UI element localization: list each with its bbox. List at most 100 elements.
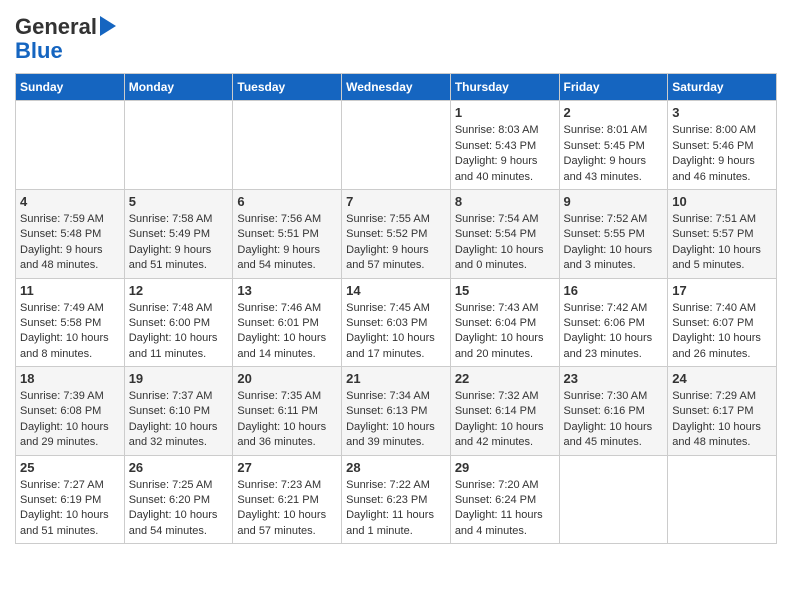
day-number: 1 (455, 105, 555, 120)
day-info: Sunrise: 7:59 AM Sunset: 5:48 PM Dayligh… (20, 212, 120, 274)
calendar-day-cell (124, 101, 233, 190)
day-info: Sunrise: 7:48 AM Sunset: 6:00 PM Dayligh… (129, 301, 229, 363)
day-number: 17 (672, 283, 772, 298)
day-number: 12 (129, 283, 229, 298)
day-number: 7 (346, 194, 446, 209)
day-info: Sunrise: 7:34 AM Sunset: 6:13 PM Dayligh… (346, 389, 446, 451)
logo-general: General (15, 14, 97, 39)
day-info: Sunrise: 7:45 AM Sunset: 6:03 PM Dayligh… (346, 301, 446, 363)
day-number: 20 (237, 371, 337, 386)
day-of-week-header: Tuesday (233, 74, 342, 101)
day-info: Sunrise: 8:00 AM Sunset: 5:46 PM Dayligh… (672, 123, 772, 185)
calendar-day-cell: 7Sunrise: 7:55 AM Sunset: 5:52 PM Daylig… (342, 189, 451, 278)
day-of-week-header: Saturday (668, 74, 777, 101)
day-info: Sunrise: 7:25 AM Sunset: 6:20 PM Dayligh… (129, 478, 229, 540)
calendar-day-cell: 15 Sunrise: 7:43 AM Sunset: 6:04 PM Dayli… (450, 278, 559, 367)
day-info: Sunrise: 7:27 AM Sunset: 6:19 PM Dayligh… (20, 478, 120, 540)
day-info: Sunrise: 7:22 AM Sunset: 6:23 PM Dayligh… (346, 478, 446, 540)
calendar-week-row: 18Sunrise: 7:39 AM Sunset: 6:08 PM Dayli… (16, 367, 777, 456)
calendar-week-row: 1 Sunrise: 8:03 AM Sunset: 5:43 PM Daylig… (16, 101, 777, 190)
calendar-day-cell (559, 455, 668, 544)
day-number: 22 (455, 371, 555, 386)
calendar-day-cell: 2 Sunrise: 8:01 AM Sunset: 5:45 PM Daylig… (559, 101, 668, 190)
day-number: 15 (455, 283, 555, 298)
calendar-day-cell: 21 Sunrise: 7:34 AM Sunset: 6:13 PM Dayli… (342, 367, 451, 456)
day-number: 11 (20, 283, 120, 298)
logo-text: General Blue (15, 15, 116, 63)
day-of-week-header: Sunday (16, 74, 125, 101)
day-info: Sunrise: 7:23 AM Sunset: 6:21 PM Dayligh… (237, 478, 337, 540)
day-of-week-header: Wednesday (342, 74, 451, 101)
logo: General Blue (15, 15, 116, 63)
calendar-day-cell (668, 455, 777, 544)
calendar-day-cell: 11 Sunrise: 7:49 AM Sunset: 5:58 PM Dayli… (16, 278, 125, 367)
day-info: Sunrise: 7:35 AM Sunset: 6:11 PM Dayligh… (237, 389, 337, 451)
day-info: Sunrise: 7:49 AM Sunset: 5:58 PM Dayligh… (20, 301, 120, 363)
calendar-day-cell: 14Sunrise: 7:45 AM Sunset: 6:03 PM Dayli… (342, 278, 451, 367)
day-number: 23 (564, 371, 664, 386)
calendar-day-cell (233, 101, 342, 190)
calendar-day-cell: 8 Sunrise: 7:54 AM Sunset: 5:54 PM Daylig… (450, 189, 559, 278)
day-of-week-header: Thursday (450, 74, 559, 101)
day-number: 28 (346, 460, 446, 475)
calendar-day-cell: 19 Sunrise: 7:37 AM Sunset: 6:10 PM Dayli… (124, 367, 233, 456)
calendar-day-cell: 22 Sunrise: 7:32 AM Sunset: 6:14 PM Dayli… (450, 367, 559, 456)
day-info: Sunrise: 7:20 AM Sunset: 6:24 PM Dayligh… (455, 478, 555, 540)
day-info: Sunrise: 7:32 AM Sunset: 6:14 PM Dayligh… (455, 389, 555, 451)
day-number: 2 (564, 105, 664, 120)
day-info: Sunrise: 7:29 AM Sunset: 6:17 PM Dayligh… (672, 389, 772, 451)
day-info: Sunrise: 7:58 AM Sunset: 5:49 PM Dayligh… (129, 212, 229, 274)
calendar-week-row: 11 Sunrise: 7:49 AM Sunset: 5:58 PM Dayli… (16, 278, 777, 367)
day-number: 26 (129, 460, 229, 475)
day-number: 27 (237, 460, 337, 475)
calendar-day-cell: 26 Sunrise: 7:25 AM Sunset: 6:20 PM Dayli… (124, 455, 233, 544)
day-info: Sunrise: 8:01 AM Sunset: 5:45 PM Dayligh… (564, 123, 664, 185)
day-number: 19 (129, 371, 229, 386)
day-number: 29 (455, 460, 555, 475)
calendar-day-cell: 4 Sunrise: 7:59 AM Sunset: 5:48 PM Daylig… (16, 189, 125, 278)
calendar-day-cell: 27 Sunrise: 7:23 AM Sunset: 6:21 PM Dayli… (233, 455, 342, 544)
day-info: Sunrise: 7:40 AM Sunset: 6:07 PM Dayligh… (672, 301, 772, 363)
calendar-day-cell (16, 101, 125, 190)
calendar-day-cell: 18Sunrise: 7:39 AM Sunset: 6:08 PM Dayli… (16, 367, 125, 456)
day-info: Sunrise: 7:43 AM Sunset: 6:04 PM Dayligh… (455, 301, 555, 363)
day-info: Sunrise: 7:30 AM Sunset: 6:16 PM Dayligh… (564, 389, 664, 451)
day-info: Sunrise: 7:42 AM Sunset: 6:06 PM Dayligh… (564, 301, 664, 363)
day-info: Sunrise: 8:03 AM Sunset: 5:43 PM Dayligh… (455, 123, 555, 185)
calendar-day-cell: 12 Sunrise: 7:48 AM Sunset: 6:00 PM Dayli… (124, 278, 233, 367)
day-number: 16 (564, 283, 664, 298)
calendar-header-row: SundayMondayTuesdayWednesdayThursdayFrid… (16, 74, 777, 101)
calendar-day-cell: 6Sunrise: 7:56 AM Sunset: 5:51 PM Daylig… (233, 189, 342, 278)
calendar-day-cell: 28 Sunrise: 7:22 AM Sunset: 6:23 PM Dayli… (342, 455, 451, 544)
day-info: Sunrise: 7:37 AM Sunset: 6:10 PM Dayligh… (129, 389, 229, 451)
calendar-day-cell: 5 Sunrise: 7:58 AM Sunset: 5:49 PM Daylig… (124, 189, 233, 278)
day-number: 5 (129, 194, 229, 209)
day-number: 9 (564, 194, 664, 209)
day-number: 4 (20, 194, 120, 209)
logo-arrow-icon (100, 16, 116, 36)
calendar-day-cell: 29 Sunrise: 7:20 AM Sunset: 6:24 PM Dayli… (450, 455, 559, 544)
calendar-day-cell: 20 Sunrise: 7:35 AM Sunset: 6:11 PM Dayli… (233, 367, 342, 456)
day-info: Sunrise: 7:46 AM Sunset: 6:01 PM Dayligh… (237, 301, 337, 363)
day-info: Sunrise: 7:52 AM Sunset: 5:55 PM Dayligh… (564, 212, 664, 274)
day-number: 8 (455, 194, 555, 209)
day-number: 3 (672, 105, 772, 120)
day-number: 13 (237, 283, 337, 298)
calendar-week-row: 25 Sunrise: 7:27 AM Sunset: 6:19 PM Dayli… (16, 455, 777, 544)
calendar-day-cell: 23 Sunrise: 7:30 AM Sunset: 6:16 PM Dayli… (559, 367, 668, 456)
calendar-day-cell: 24 Sunrise: 7:29 AM Sunset: 6:17 PM Dayli… (668, 367, 777, 456)
calendar-day-cell: 16 Sunrise: 7:42 AM Sunset: 6:06 PM Dayli… (559, 278, 668, 367)
calendar-day-cell: 13 Sunrise: 7:46 AM Sunset: 6:01 PM Dayli… (233, 278, 342, 367)
day-number: 24 (672, 371, 772, 386)
day-info: Sunrise: 7:51 AM Sunset: 5:57 PM Dayligh… (672, 212, 772, 274)
calendar-day-cell (342, 101, 451, 190)
calendar-day-cell: 9 Sunrise: 7:52 AM Sunset: 5:55 PM Daylig… (559, 189, 668, 278)
day-info: Sunrise: 7:39 AM Sunset: 6:08 PM Dayligh… (20, 389, 120, 451)
day-number: 6 (237, 194, 337, 209)
calendar-table: SundayMondayTuesdayWednesdayThursdayFrid… (15, 73, 777, 544)
day-number: 25 (20, 460, 120, 475)
day-number: 21 (346, 371, 446, 386)
day-info: Sunrise: 7:54 AM Sunset: 5:54 PM Dayligh… (455, 212, 555, 274)
calendar-week-row: 4 Sunrise: 7:59 AM Sunset: 5:48 PM Daylig… (16, 189, 777, 278)
logo-blue: Blue (15, 39, 116, 63)
